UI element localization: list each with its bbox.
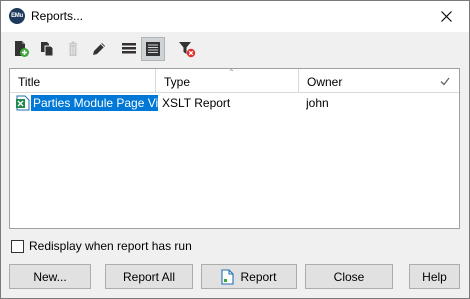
reports-dialog: EMu Reports... Title ⌃ Type Owner Partie… xyxy=(0,0,470,299)
help-button[interactable]: Help xyxy=(409,264,460,289)
report-all-button[interactable]: Report All xyxy=(105,264,193,289)
report-all-button-label: Report All xyxy=(122,269,176,284)
row-owner-cell: john xyxy=(306,96,329,110)
redisplay-checkbox[interactable] xyxy=(11,239,24,253)
edit-report-button[interactable] xyxy=(87,37,111,61)
checkmark-icon xyxy=(440,77,450,85)
list-view-icon xyxy=(122,43,136,54)
column-chooser-button[interactable] xyxy=(431,69,459,93)
title-bar: EMu Reports... xyxy=(1,1,469,32)
details-view-icon xyxy=(146,42,160,56)
redisplay-option[interactable]: Redisplay when report has run xyxy=(11,239,192,253)
reports-grid[interactable]: Title ⌃ Type Owner Parties Module Page V… xyxy=(9,68,460,229)
column-header-title[interactable]: Title xyxy=(10,69,156,93)
xslt-file-icon xyxy=(16,95,30,111)
dialog-title: Reports... xyxy=(31,9,84,23)
new-report-button[interactable] xyxy=(9,37,33,61)
column-header-type[interactable]: ⌃ Type xyxy=(156,68,299,93)
help-button-label: Help xyxy=(422,269,447,284)
toolbar xyxy=(9,37,459,63)
row-title-cell: Parties Module Page Vi... xyxy=(16,94,158,112)
new-button[interactable]: New... xyxy=(9,264,91,289)
column-header-owner[interactable]: Owner xyxy=(299,69,431,93)
new-button-label: New... xyxy=(33,269,67,284)
details-view-button[interactable] xyxy=(141,37,165,61)
copy-report-button[interactable] xyxy=(35,37,59,61)
row-type-cell: XSLT Report xyxy=(162,96,231,110)
row-title-text: Parties Module Page Vi... xyxy=(31,95,158,111)
list-view-button[interactable] xyxy=(117,37,141,61)
redisplay-label: Redisplay when report has run xyxy=(29,239,192,253)
delete-report-icon xyxy=(69,41,77,56)
report-button-label: Report xyxy=(240,269,277,284)
report-button[interactable]: Report xyxy=(201,264,297,289)
report-document-icon xyxy=(221,268,235,285)
clear-filter-button[interactable] xyxy=(175,37,199,61)
close-button-label: Close xyxy=(333,269,365,284)
grid-header: Title ⌃ Type Owner xyxy=(10,68,459,93)
edit-report-icon xyxy=(93,43,105,55)
sort-ascending-icon: ⌃ xyxy=(228,68,235,77)
clear-filter-icon xyxy=(179,42,196,58)
close-button[interactable]: Close xyxy=(305,264,393,289)
copy-report-icon xyxy=(41,42,54,57)
emu-app-icon: EMu xyxy=(9,8,25,24)
new-report-icon xyxy=(15,41,29,57)
close-icon xyxy=(440,11,452,22)
close-window-button[interactable] xyxy=(423,1,469,32)
column-header-type-label: Type xyxy=(164,75,191,89)
table-row[interactable]: Parties Module Page Vi... XSLT Report jo… xyxy=(10,94,459,112)
delete-report-button[interactable] xyxy=(61,37,85,61)
